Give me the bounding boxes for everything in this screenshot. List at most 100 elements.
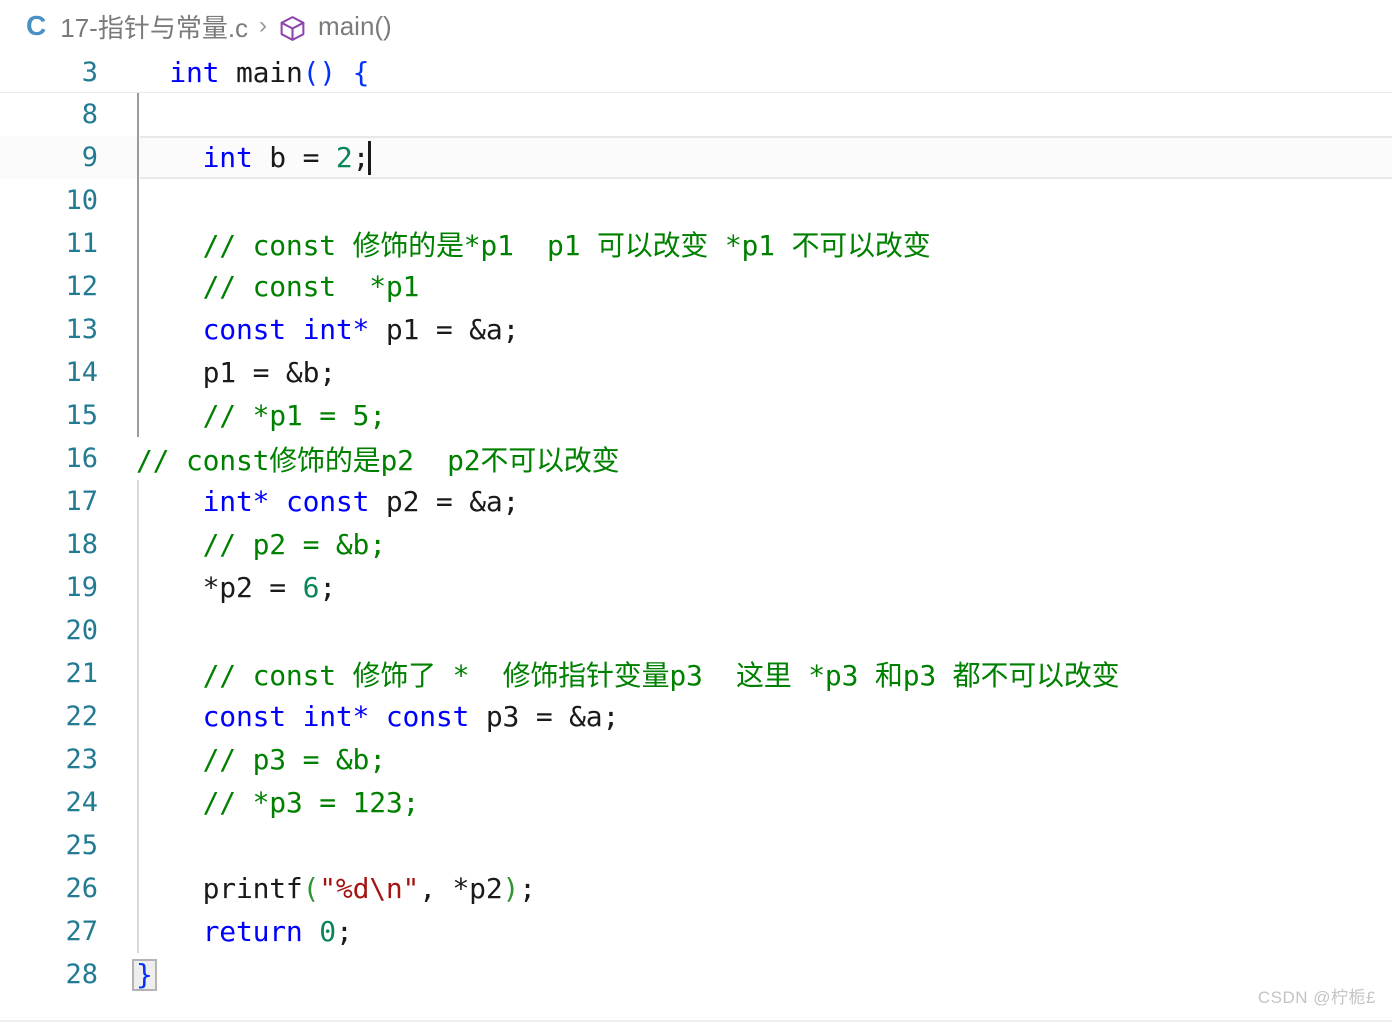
code-token: // p3 = &b; [136,743,386,776]
code-line[interactable]: 22 const int* const p3 = &a; [0,695,1392,738]
indent-guide [137,695,139,738]
code-token: 6 [302,571,320,604]
code-line[interactable]: 17 int* const p2 = &a; [0,480,1392,523]
line-number: 23 [65,744,98,775]
code-line[interactable]: 9 int b = 2; [0,136,1392,179]
code-editor[interactable]: 89 int b = 2; 10 11 // const 修饰的是*p1 p1 可以… [0,93,1392,996]
code-token: // const 修饰的是*p1 p1 可以改变 *p1 不可以改变 [136,228,931,262]
line-number: 24 [65,787,98,818]
line-number: 10 [65,185,98,216]
line-content: } [98,958,1392,991]
sticky-scroll-line[interactable]: 3 int main() { [0,52,1392,92]
line-number: 22 [65,701,98,732]
code-token: return [202,915,303,948]
symbol-method-icon [278,14,307,43]
indent-guide [137,652,139,695]
code-line[interactable]: 27 return 0; [0,910,1392,953]
line-content: // *p1 = 5; [98,399,1392,432]
line-content: // p3 = &b; [98,743,1392,776]
indent-guide [137,351,139,394]
code-line[interactable]: 18 // p2 = &b; [0,523,1392,566]
code-token: p1 = &b; [136,356,336,389]
code-line[interactable]: 12 // const *p1 [0,265,1392,308]
code-line[interactable]: 23 // p3 = &b; [0,738,1392,781]
line-content: // p2 = &b; [98,528,1392,561]
breadcrumb-symbol[interactable]: main() [278,11,392,42]
line-number: 13 [65,314,98,345]
code-token: int* [202,485,270,518]
code-token: const int* [202,313,370,346]
code-line[interactable]: 26 printf("%d\n", *p2); [0,867,1392,910]
code-token: ; [519,872,536,905]
code-token: "%d\n" [319,872,420,905]
line-content: // *p3 = 123; [98,786,1392,819]
indent-guide [137,738,139,781]
indent-guide [137,609,139,652]
line-content: // const 修饰的是*p1 p1 可以改变 *p1 不可以改变 [98,224,1392,264]
bracket-match-highlight: } [132,959,157,991]
line-number: 25 [65,830,98,861]
line-content: // const修饰的是p2 p2不可以改变 [98,439,1392,479]
code-token: p2 = &a; [369,485,520,518]
indent-guide [137,179,139,222]
code-line[interactable]: 21 // const 修饰了 * 修饰指针变量p3 这里 *p3 和p3 都不… [0,652,1392,695]
line-content: int* const p2 = &a; [98,485,1392,518]
code-token: p1 = &a; [369,313,520,346]
code-line[interactable]: 28} [0,953,1392,996]
line-number: 27 [65,916,98,947]
line-content: // const 修饰了 * 修饰指针变量p3 这里 *p3 和p3 都不可以改… [98,654,1392,694]
indent-guide [137,480,139,523]
code-token: 0 [319,915,336,948]
line-number: 18 [65,529,98,560]
breadcrumb-file[interactable]: C 17-指针与常量.c [26,8,248,45]
code-token: // p2 = &b; [136,528,386,561]
current-line-border-top [140,136,1392,138]
sticky-scroll-header[interactable]: 3 int main() { [0,52,1392,93]
code-line[interactable]: 25 [0,824,1392,867]
code-line[interactable]: 10 [0,179,1392,222]
line-content: int b = 2; [98,140,1392,175]
code-token: ) [502,872,520,905]
line-number: 9 [81,142,98,173]
c-file-icon: C [26,10,47,41]
indent-guide [137,136,139,179]
code-line[interactable]: 14 p1 = &b; [0,351,1392,394]
line-content: *p2 = 6; [98,571,1392,604]
indent-guide [137,265,139,308]
indent-guide [137,910,139,953]
code-token: const [285,485,370,518]
code-token: // const *p1 [136,270,420,303]
indent-guide [137,824,139,867]
line-content: const int* const p3 = &a; [98,700,1392,733]
code-line[interactable]: 20 [0,609,1392,652]
code-line[interactable]: 16 // const修饰的是p2 p2不可以改变 [0,437,1392,480]
code-token: // const修饰的是p2 p2不可以改变 [136,443,620,477]
code-line[interactable]: 24 // *p3 = 123; [0,781,1392,824]
line-number: 14 [65,357,98,388]
code-token: p3 = &a; [469,700,620,733]
line-number: 28 [65,959,98,990]
line-number: 21 [65,658,98,689]
code-line[interactable]: 11 // const 修饰的是*p1 p1 可以改变 *p1 不可以改变 [0,222,1392,265]
code-token: b = [252,140,336,174]
indent-guide [137,308,139,351]
breadcrumb-separator-icon: › [259,12,268,39]
code-token: 2 [335,140,353,174]
code-line[interactable]: 15 // *p1 = 5; [0,394,1392,437]
code-line[interactable]: 19 *p2 = 6; [0,566,1392,609]
watermark: CSDN @柠栀£ [1257,988,1376,1007]
code-line[interactable]: 13 const int* p1 = &a; [0,308,1392,351]
indent-guide [137,867,139,910]
line-number: 19 [65,572,98,603]
code-line[interactable]: 8 [0,93,1392,136]
line-number: 17 [65,486,98,517]
code-token: int [169,55,220,89]
breadcrumb: C 17-指针与常量.c › main() [0,0,1392,52]
